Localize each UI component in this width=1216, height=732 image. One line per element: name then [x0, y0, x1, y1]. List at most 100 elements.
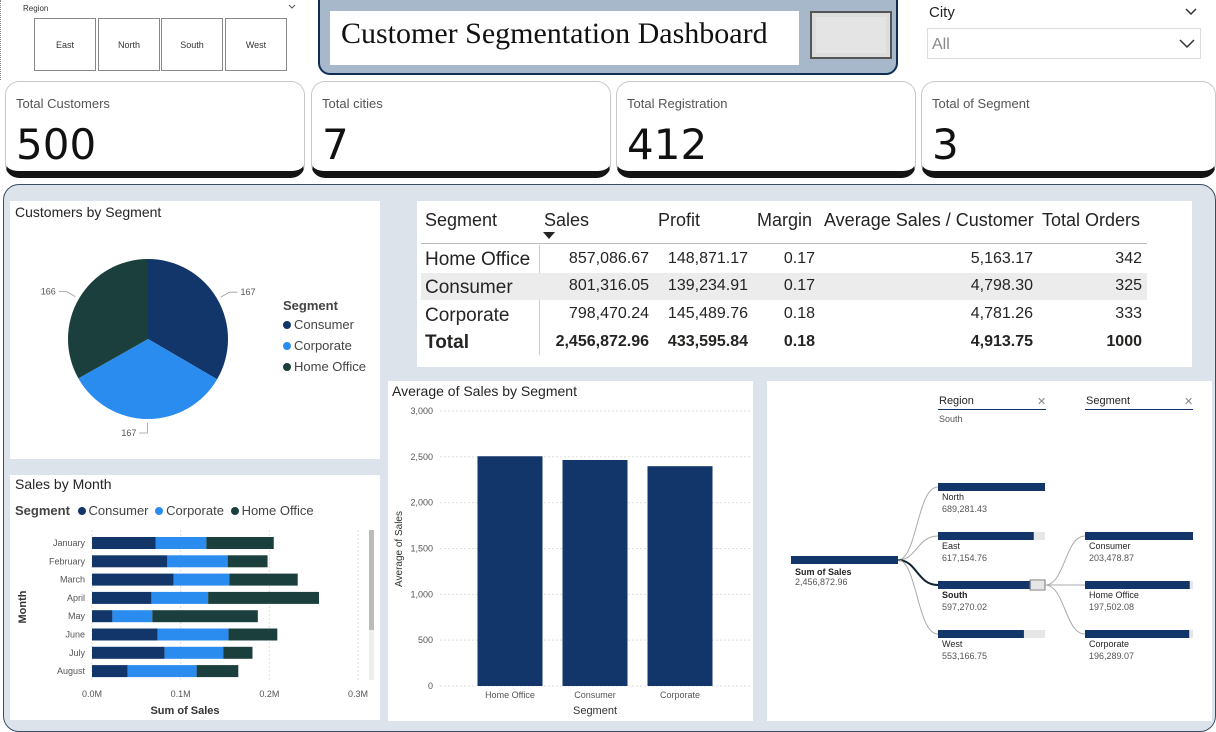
node-value: 197,502.08: [1089, 602, 1135, 612]
region-button-north[interactable]: North: [98, 18, 160, 71]
bar-segment: [92, 610, 113, 623]
kpi-value: 500: [16, 120, 97, 169]
x-axis-title: Segment: [573, 705, 617, 717]
level-header-region: Region: [939, 395, 974, 407]
kpi-card-total-segment: Total of Segment 3: [921, 81, 1216, 178]
x-tick-label: 0.1M: [171, 689, 191, 699]
kpi-title: Total cities: [322, 96, 383, 111]
city-dropdown[interactable]: All: [927, 28, 1201, 59]
table-cell: Home Office: [425, 249, 531, 270]
level-header-segment: Segment: [1086, 395, 1131, 407]
x-tick-label: 0.0M: [82, 689, 102, 699]
legend-item-home-office[interactable]: Home Office: [283, 359, 366, 374]
x-axis-title: Sum of Sales: [150, 705, 219, 717]
bar-segment: [229, 573, 298, 586]
pie-data-label: 167: [241, 287, 256, 297]
header-divider: [421, 243, 1147, 244]
y-axis-title: Average of Sales: [394, 511, 405, 587]
bar-segment: [206, 537, 274, 549]
bar-segment: [173, 573, 230, 586]
region-button-east[interactable]: East: [34, 18, 96, 71]
bar[interactable]: [647, 466, 713, 686]
table-header-avg-sales[interactable]: Average Sales / Customer: [824, 210, 1034, 231]
bar-segment: [92, 537, 156, 549]
pie-legend: Segment Consumer Corporate Home Office: [283, 298, 366, 374]
bar-segment: [227, 555, 268, 568]
tree-connector: [897, 535, 939, 561]
chevron-down-icon[interactable]: [1178, 38, 1196, 50]
y-tick-label: 3,000: [410, 406, 433, 416]
bar[interactable]: [477, 456, 543, 686]
corporate-dot-icon: [283, 342, 291, 350]
consumer-dot-icon: [283, 321, 291, 329]
bar-segment: [92, 628, 158, 641]
y-tick-label: 2,000: [410, 498, 433, 508]
bar[interactable]: [562, 459, 628, 686]
node-bar: [1085, 581, 1190, 589]
header-underline: [938, 409, 1046, 410]
table-cell: 342: [1115, 250, 1142, 267]
region-button-west[interactable]: West: [225, 18, 287, 71]
legend-label: Home Office: [294, 359, 367, 374]
table-header-segment[interactable]: Segment: [425, 210, 497, 231]
city-slicer-label: City: [929, 4, 955, 21]
kpi-card-total-cities: Total cities 7: [311, 81, 611, 178]
decomposition-tree[interactable]: [767, 381, 1212, 721]
node-value: 597,270.02: [942, 602, 988, 612]
table-cell: 0.18: [783, 333, 815, 350]
table-cell: 857,086.67: [568, 250, 649, 267]
scrollbar-thumb[interactable]: [369, 530, 374, 630]
region-button-south[interactable]: South: [161, 18, 223, 71]
chevron-down-icon[interactable]: [1184, 6, 1198, 18]
table-header-profit[interactable]: Profit: [658, 210, 700, 231]
node-label: Home Office: [1089, 590, 1139, 600]
node-label: South: [942, 590, 968, 600]
node-value: 689,281.43: [942, 504, 988, 514]
y-tick-label: April: [67, 593, 85, 603]
sales-by-month-card: Sales by Month Segment Consumer Corporat…: [10, 475, 380, 720]
pie-leader-line: [58, 291, 76, 298]
table-header-total-orders[interactable]: Total Orders: [1042, 210, 1140, 231]
tree-connector: [1044, 584, 1086, 635]
bar-segment: [92, 573, 174, 586]
y-tick-label: January: [53, 538, 86, 548]
table-cell: 0.17: [783, 250, 815, 267]
legend-item-consumer[interactable]: Consumer: [283, 317, 366, 332]
chevron-down-icon[interactable]: [288, 3, 296, 11]
x-tick-label: 0.2M: [259, 689, 279, 699]
node-value: 617,154.76: [942, 553, 988, 563]
bar-segment: [208, 591, 319, 604]
bar-segment: [152, 610, 258, 623]
x-tick-label: 0.3M: [348, 689, 368, 699]
root-label: Sum of Sales: [795, 567, 852, 577]
table-cell: 4,798.30: [970, 277, 1033, 294]
kpi-value: 412: [627, 120, 708, 169]
table-cell: Total: [425, 332, 469, 353]
pie-leader-line: [139, 422, 148, 434]
dashboard-title: Customer Segmentation Dashboard: [341, 17, 768, 50]
sales-by-month-chart[interactable]: 0.0M 0.1M 0.2M 0.3M January February March Apri…: [10, 475, 380, 720]
table-header-margin[interactable]: Margin: [757, 210, 812, 231]
kpi-card-total-registration: Total Registration 412: [616, 81, 916, 178]
avg-sales-chart[interactable]: 0 500 1,000 1,500 2,000 2,500 3,000 Home Office…: [388, 381, 753, 721]
close-icon[interactable]: ✕: [1184, 395, 1193, 408]
avg-sales-by-segment-card: Average of Sales by Segment 0 500 1,000 1,5…: [388, 381, 753, 721]
legend-item-corporate[interactable]: Corporate: [283, 338, 366, 353]
table-cell: Corporate: [425, 305, 510, 326]
table-header-sales[interactable]: Sales: [544, 210, 589, 231]
region-filter-value: South: [939, 414, 963, 424]
bar-segment: [151, 591, 209, 604]
image-placeholder[interactable]: [810, 11, 892, 59]
tree-connector: [897, 559, 939, 586]
table-cell: 0.18: [783, 305, 815, 322]
pie-data-label: 166: [41, 287, 56, 297]
sort-desc-icon[interactable]: [543, 232, 555, 240]
x-tick-label: Home Office: [485, 690, 535, 700]
customers-by-segment-card: Customers by Segment 167 167 166 Segment C…: [10, 201, 380, 459]
kpi-value: 7: [322, 120, 349, 169]
y-tick-label: 500: [418, 635, 433, 645]
bar-segment: [127, 665, 197, 678]
node-bar: [1085, 532, 1193, 540]
kpi-title: Total of Segment: [932, 96, 1030, 111]
close-icon[interactable]: ✕: [1037, 395, 1046, 408]
